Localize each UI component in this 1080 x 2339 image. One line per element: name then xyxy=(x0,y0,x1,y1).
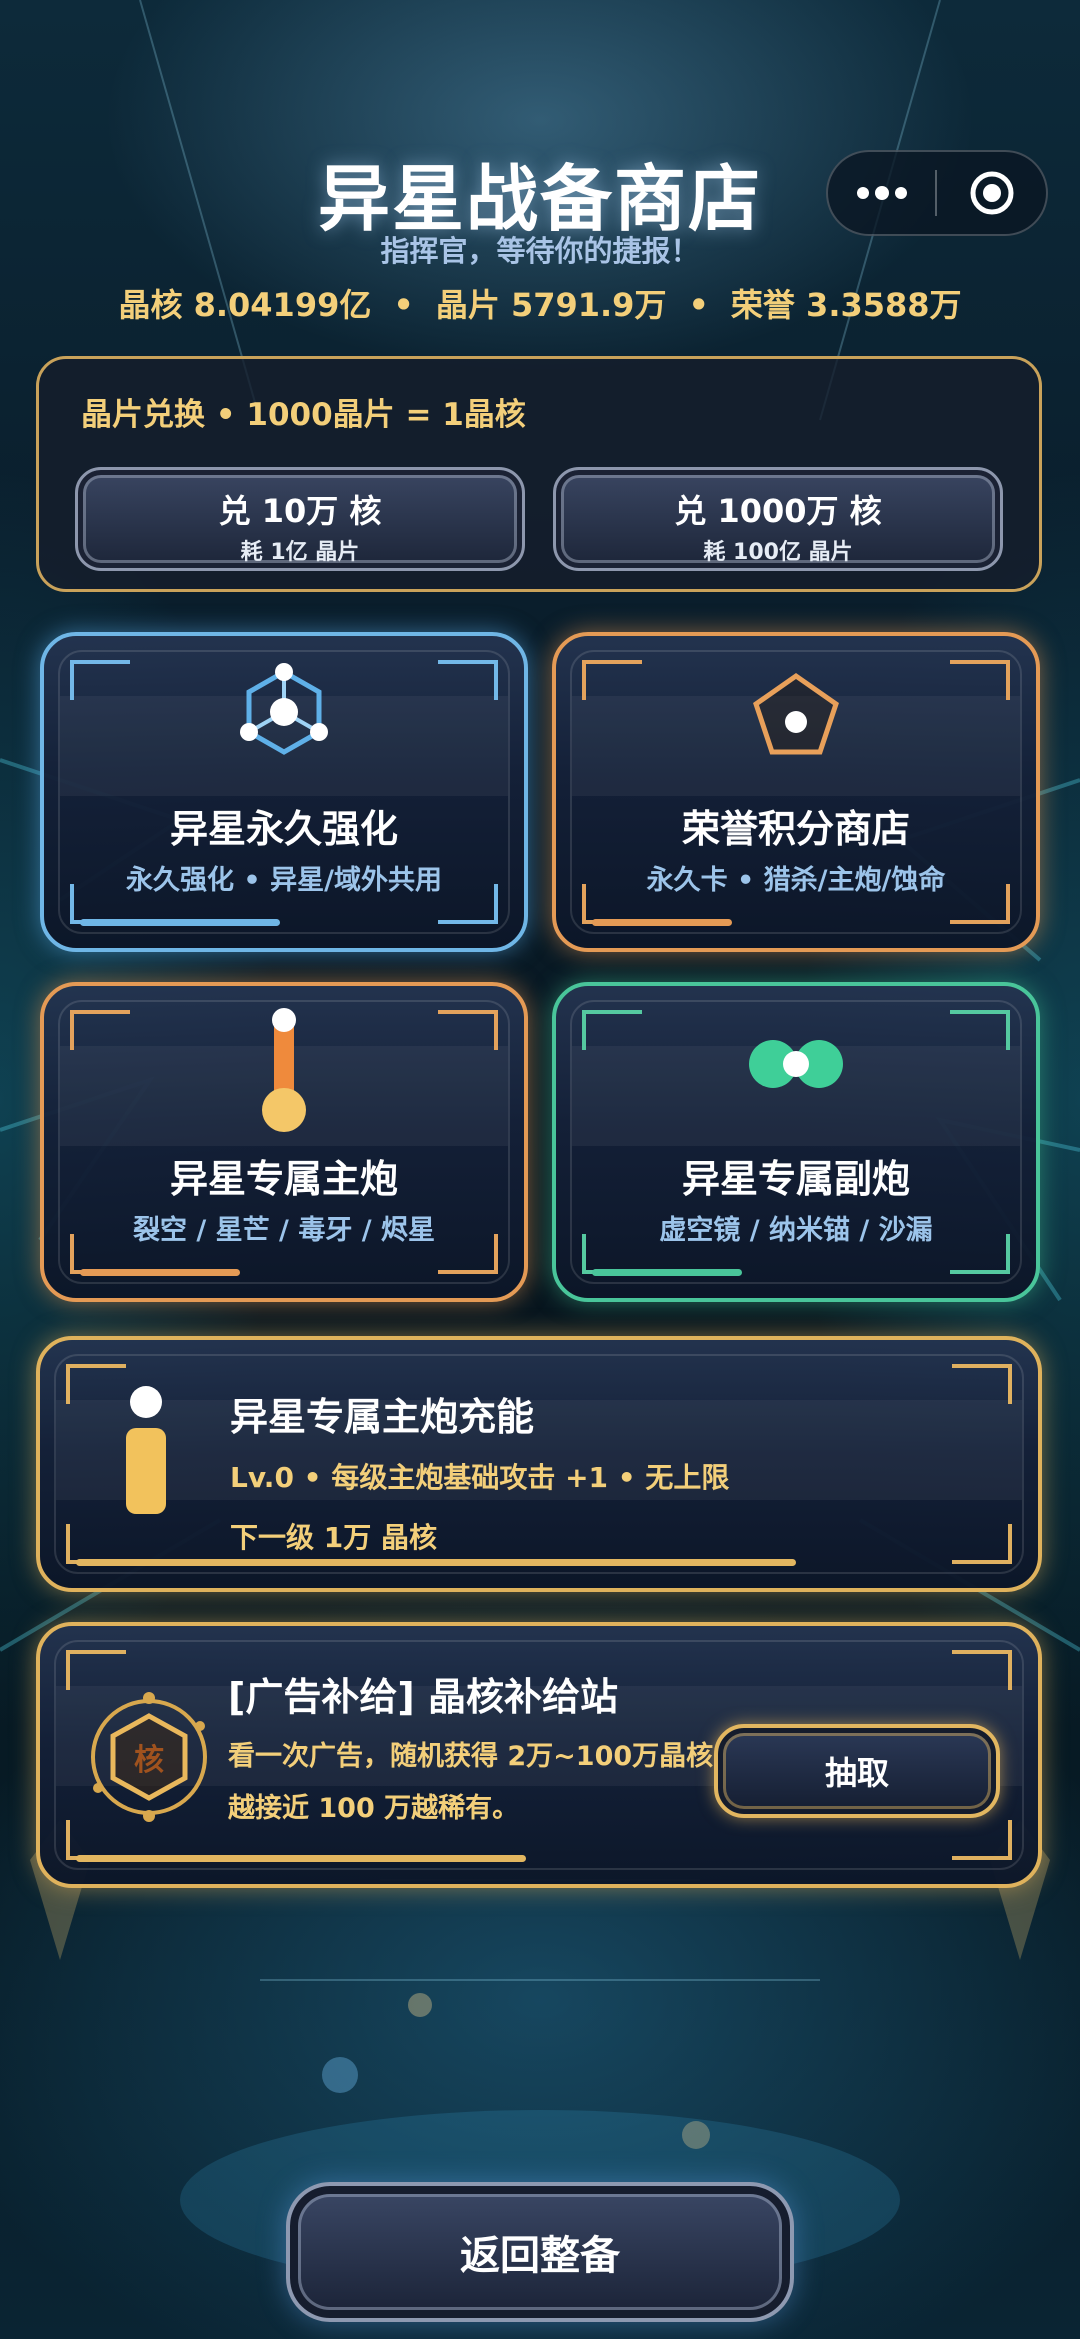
frame-corner xyxy=(66,1650,126,1690)
card-main-cannon[interactable]: 异星专属主炮 裂空 / 星芒 / 毒牙 / 烬星 xyxy=(40,982,528,1302)
stat-separator: • xyxy=(688,286,709,324)
card-sub-cannon[interactable]: 异星专属副炮 虚空镜 / 纳米锚 / 沙漏 xyxy=(552,982,1040,1302)
miniprogram-capsule xyxy=(826,150,1048,236)
currency-stats: 晶核 8.04199亿 • 晶片 5791.9万 • 荣誉 3.3588万 xyxy=(0,280,1080,326)
cannon-icon xyxy=(44,1006,524,1136)
card-title: 荣誉积分商店 xyxy=(681,807,910,851)
card-title: 异星专属副炮 xyxy=(681,1157,910,1201)
supply-desc-line2: 越接近 100 万越稀有。 xyxy=(228,1793,520,1824)
card-accent-bar xyxy=(76,1559,796,1566)
card-subtitle: 永久强化 • 异星/域外共用 xyxy=(126,865,442,896)
card-subtitle: 永久卡 • 猎杀/主炮/蚀命 xyxy=(646,865,946,896)
stat-separator: • xyxy=(393,286,414,324)
card-title: 异星永久强化 xyxy=(169,807,398,851)
exchange-button-cost: 耗 1亿 晶片 xyxy=(240,540,360,565)
card-ad-supply: 核 [广告补给] 晶核补给站 看一次广告，随机获得 2万~100万晶核 越接近 … xyxy=(36,1622,1042,1888)
frame-corner xyxy=(952,1364,1012,1404)
card-cannon-charge[interactable]: 异星专属主炮充能 Lv.0 • 每级主炮基础攻击 +1 • 无上限 下一级 1万… xyxy=(36,1336,1042,1592)
frame-corner xyxy=(66,1524,126,1564)
card-honor-shop[interactable]: 荣誉积分商店 永久卡 • 猎杀/主炮/蚀命 xyxy=(552,632,1040,952)
draw-button[interactable]: 抽取 xyxy=(714,1724,1000,1818)
card-subtitle: 虚空镜 / 纳米锚 / 沙漏 xyxy=(659,1215,933,1246)
core-badge-label: 核 xyxy=(134,1743,164,1778)
charge-capsule-icon xyxy=(116,1382,176,1526)
target-close-icon[interactable] xyxy=(937,152,1046,234)
frame-corner xyxy=(66,1820,126,1860)
more-dots-icon[interactable] xyxy=(828,152,935,234)
frame-corner xyxy=(952,1524,1012,1564)
supply-title: [广告补给] 晶核补给站 xyxy=(228,1675,618,1719)
exchange-10w-button[interactable]: 兑 10万 核 耗 1亿 晶片 xyxy=(75,467,525,571)
card-accent-bar xyxy=(592,1269,742,1276)
card-permanent-upgrade[interactable]: 异星永久强化 永久强化 • 异星/域外共用 xyxy=(40,632,528,952)
charge-title: 异星专属主炮充能 xyxy=(230,1395,535,1439)
stat-chip: 晶片 5791.9万 xyxy=(435,286,667,324)
card-subtitle: 裂空 / 星芒 / 毒牙 / 烬星 xyxy=(133,1215,435,1246)
card-accent-bar xyxy=(80,919,280,926)
exchange-button-label: 兑 1000万 核 xyxy=(674,492,882,530)
exchange-button-label: 兑 10万 核 xyxy=(218,492,382,530)
pentagon-icon xyxy=(556,670,1036,760)
charge-detail: Lv.0 • 每级主炮基础攻击 +1 • 无上限 xyxy=(230,1461,730,1494)
exchange-title: 晶片兑换 • 1000晶片 = 1晶核 xyxy=(81,397,526,433)
frame-corner xyxy=(952,1650,1012,1690)
exchange-button-cost: 耗 100亿 晶片 xyxy=(703,540,853,565)
card-accent-bar xyxy=(76,1855,526,1862)
frame-corner xyxy=(952,1820,1012,1860)
card-accent-bar xyxy=(592,919,732,926)
core-badge-icon: 核 xyxy=(84,1692,214,1822)
supply-desc-line1: 看一次广告，随机获得 2万~100万晶核 xyxy=(228,1741,714,1772)
twin-orb-icon xyxy=(556,1036,1036,1092)
stat-core: 晶核 8.04199亿 xyxy=(118,286,372,324)
chip-exchange-panel: 晶片兑换 • 1000晶片 = 1晶核 兑 10万 核 耗 1亿 晶片 兑 10… xyxy=(36,356,1042,592)
stat-honor: 荣誉 3.3588万 xyxy=(730,286,962,324)
charge-next-cost: 下一级 1万 晶核 xyxy=(230,1521,437,1554)
molecule-hex-icon xyxy=(44,662,524,762)
back-to-loadout-button[interactable]: 返回整备 xyxy=(286,2182,794,2322)
exchange-1000w-button[interactable]: 兑 1000万 核 耗 100亿 晶片 xyxy=(553,467,1003,571)
card-title: 异星专属主炮 xyxy=(169,1157,398,1201)
card-accent-bar xyxy=(80,1269,240,1276)
